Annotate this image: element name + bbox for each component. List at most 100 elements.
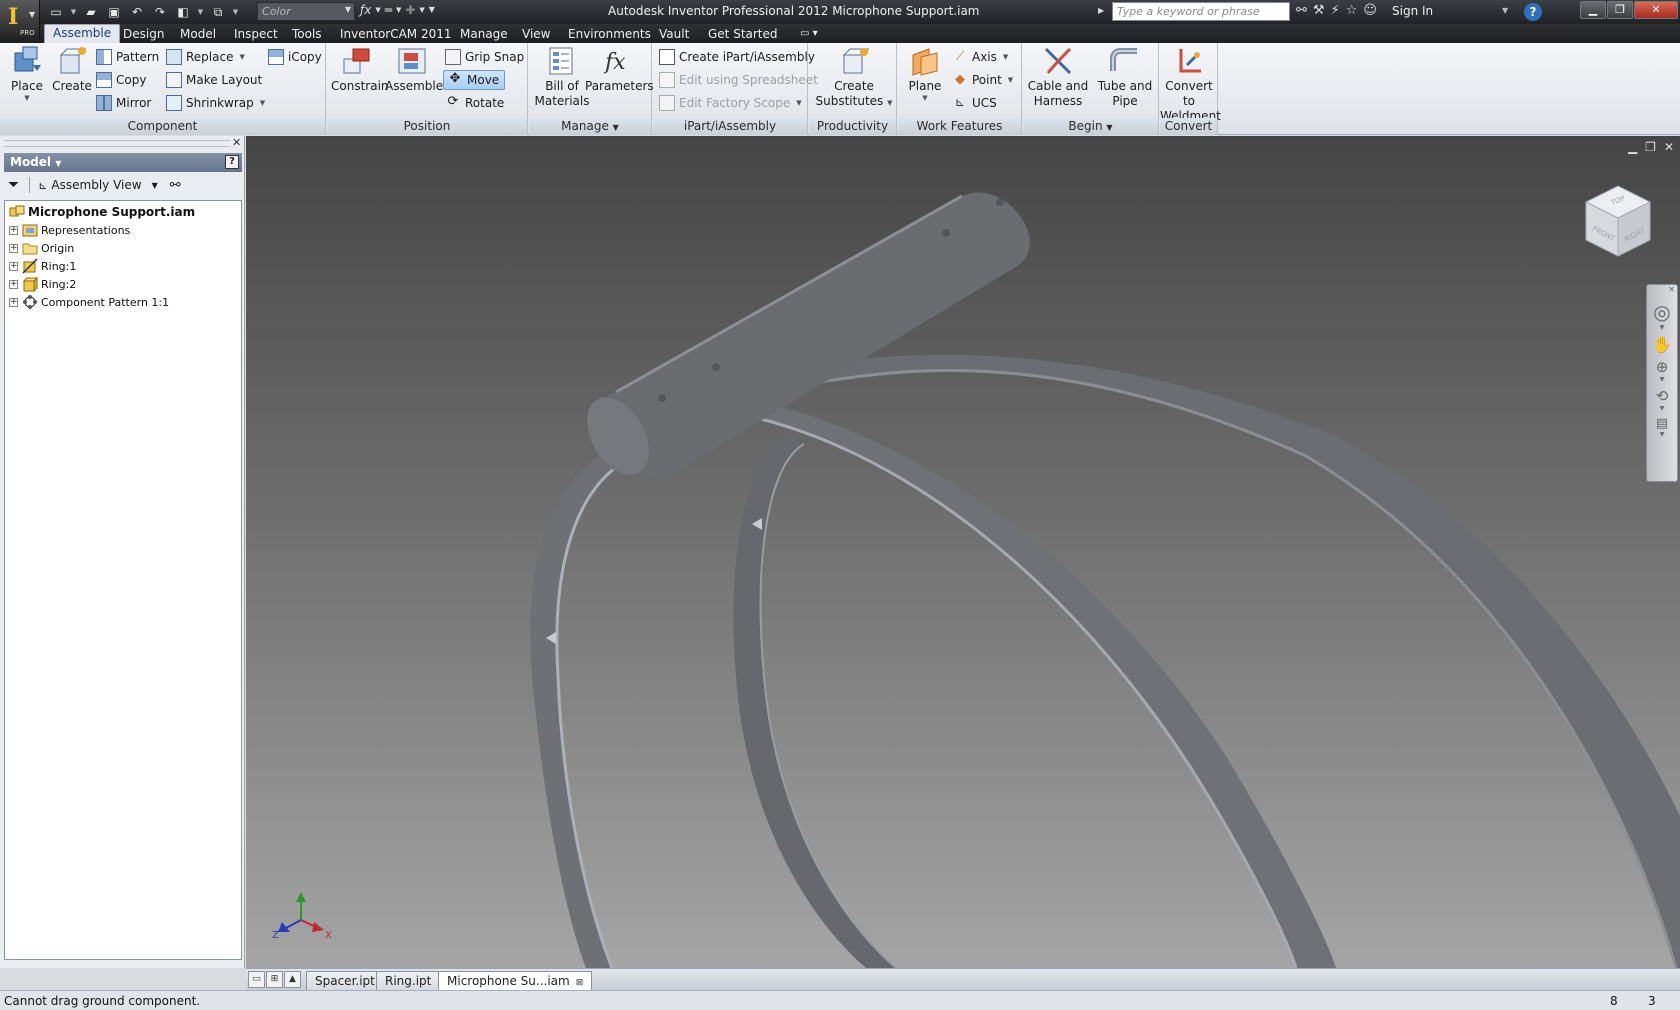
look-at-icon[interactable]: ▤ — [1647, 416, 1677, 431]
new-file-icon[interactable]: ▭ — [46, 3, 66, 21]
tree-item-origin[interactable]: + Origin — [5, 239, 74, 257]
panel-title-begin[interactable]: Begin ▼ — [1023, 118, 1158, 135]
expand-icon[interactable]: + — [9, 261, 18, 271]
close-icon[interactable]: ⊠ — [576, 978, 584, 988]
place-button[interactable]: Place ▼ — [6, 45, 48, 102]
chevron-down-icon[interactable]: ▼ — [1647, 405, 1677, 412]
close-icon[interactable]: ✕ — [1647, 285, 1677, 294]
subscription-icon[interactable]: ⚒ — [1313, 3, 1325, 18]
create-substitutes-button[interactable]: Create Substitutes ▼ — [813, 45, 895, 109]
chevron-down-icon[interactable]: ▼ — [1502, 6, 1508, 15]
close-icon[interactable]: ✕ — [232, 136, 241, 149]
convert-weldment-button[interactable]: Convert to Weldment — [1160, 45, 1221, 124]
doc-tab-spacer[interactable]: Spacer.ipt — [306, 971, 384, 990]
tile-grid-icon[interactable]: ⊞ — [266, 971, 283, 988]
minimize-icon[interactable]: ▁ — [1580, 1, 1606, 19]
tab-vault[interactable]: Vault — [651, 26, 697, 42]
chevron-down-icon[interactable]: ▼ — [152, 181, 158, 190]
doc-tab-microphone-support[interactable]: Microphone Su...iam ⊠ — [438, 971, 593, 990]
shrinkwrap-button[interactable]: Shrinkwrap ▼ — [166, 93, 265, 113]
chevron-down-icon[interactable]: ▼ — [1647, 431, 1677, 438]
edit-factory-scope-button[interactable]: Edit Factory Scope ▼ — [659, 93, 802, 113]
redo-icon[interactable]: ↷ — [150, 3, 170, 21]
orbit-icon[interactable]: ⟲ — [1647, 387, 1677, 405]
save-icon[interactable]: ▣ — [104, 3, 124, 21]
chevron-right-icon[interactable]: ▶ — [1098, 2, 1110, 22]
chevron-down-icon[interactable]: ▼ — [375, 3, 380, 17]
star-icon[interactable]: ☆ — [1346, 3, 1358, 18]
tab-environments[interactable]: Environments — [560, 26, 659, 42]
cable-harness-button[interactable]: Cable and Harness — [1025, 45, 1091, 109]
panel-title-convert[interactable]: Convert ▼ — [1160, 118, 1217, 148]
tab-tools[interactable]: Tools — [284, 26, 330, 42]
expand-icon[interactable]: + — [9, 225, 18, 235]
line-weight-icon[interactable]: ═ — [385, 3, 392, 17]
plus-icon[interactable]: ✚ — [405, 3, 415, 17]
create-ipart-button[interactable]: Create iPart/iAssembly — [659, 47, 815, 67]
binoculars-icon[interactable]: ⚯ — [170, 178, 181, 193]
sign-in-link[interactable]: Sign In — [1392, 4, 1433, 18]
color-select[interactable]: Color ▼ — [257, 2, 355, 21]
application-menu-button[interactable]: I ▼ PRO — [0, 0, 40, 40]
communication-icon[interactable]: ⚡ — [1331, 3, 1340, 18]
ring-2[interactable] — [686, 354, 1680, 968]
edit-spreadsheet-button[interactable]: Edit using Spreadsheet — [659, 70, 818, 90]
chevron-down-icon[interactable]: ▼ — [231, 3, 240, 21]
bill-of-materials-button[interactable]: Bill of Materials — [531, 45, 593, 109]
expand-icon[interactable]: + — [9, 279, 18, 289]
constrain-button[interactable]: Constrain — [331, 45, 389, 94]
ribbon-minimize-icon[interactable]: ▭ ▾ — [792, 27, 826, 40]
chevron-down-icon[interactable]: ▼ — [1647, 376, 1677, 383]
panel-title-manage[interactable]: Manage ▼ — [529, 118, 651, 135]
doc-tab-ring[interactable]: Ring.ipt — [376, 971, 441, 990]
search-input[interactable]: Type a keyword or phrase — [1112, 2, 1290, 21]
plane-button[interactable]: Plane ▼ — [902, 45, 948, 102]
rotate-button[interactable]: ⟳ Rotate — [445, 93, 505, 113]
graphics-viewport[interactable]: ▁ ❐ ✕ TOP FRONT RIGHT ✕ ◎ ▼ ✋ ⊕ ▼ ⟲ ▼ ▤ … — [246, 136, 1680, 968]
chevron-down-icon[interactable]: ▼ — [69, 3, 78, 21]
chevron-down-icon[interactable]: ▼ — [196, 3, 205, 21]
fx-icon[interactable]: ƒx — [360, 3, 371, 17]
make-layout-button[interactable]: Make Layout — [166, 70, 262, 90]
tube-pipe-button[interactable]: Tube and Pipe — [1093, 45, 1157, 109]
icopy-button[interactable]: iCopy — [268, 47, 322, 67]
chevron-down-icon[interactable]: ▼ — [1647, 324, 1677, 331]
viewcube[interactable]: TOP FRONT RIGHT — [1578, 180, 1658, 260]
customize-icon[interactable]: ▼ — [429, 3, 435, 17]
create-button[interactable]: Create — [52, 45, 92, 94]
restore-icon[interactable]: ❐ — [1607, 1, 1633, 19]
undo-icon[interactable]: ↶ — [127, 3, 147, 21]
ring-1[interactable] — [530, 393, 1336, 968]
point-button[interactable]: ◆ Point ▼ — [952, 70, 1013, 90]
assembly-view-select[interactable]: Assembly View — [51, 178, 141, 192]
filter-icon[interactable]: ⏷ — [8, 177, 19, 193]
expand-icon[interactable]: + — [9, 297, 18, 307]
pan-icon[interactable]: ✋ — [1647, 335, 1677, 354]
tree-item-component-pattern[interactable]: + Component Pattern 1:1 — [5, 293, 169, 311]
tree-item-representations[interactable]: + Representations — [5, 221, 130, 239]
ucs-button[interactable]: ⊾ UCS — [952, 93, 997, 113]
tab-inspect[interactable]: Inspect — [226, 26, 286, 42]
close-icon[interactable]: ✕ — [1634, 1, 1678, 19]
help-icon[interactable]: ? — [225, 155, 239, 169]
tile-horizontal-icon[interactable]: ▭ — [248, 971, 265, 988]
tab-assemble[interactable]: Assemble — [44, 24, 121, 43]
parameters-button[interactable]: fx Parameters — [585, 45, 654, 94]
tree-item-ring-1[interactable]: + Ring:1 — [5, 257, 76, 275]
assemble-button[interactable]: Assemble — [385, 45, 443, 94]
tree-root[interactable]: Microphone Support.iam — [9, 203, 195, 221]
project-icon[interactable]: ◧ — [173, 3, 193, 21]
tab-get-started[interactable]: Get Started — [700, 26, 786, 42]
tab-inventorcam[interactable]: InventorCAM 2011 — [332, 26, 460, 42]
grip-snap-button[interactable]: Grip Snap — [445, 47, 524, 67]
zoom-icon[interactable]: ⊕ — [1647, 358, 1677, 376]
pattern-button[interactable]: Pattern — [96, 47, 159, 67]
help-icon[interactable]: ? — [1524, 3, 1542, 21]
replace-button[interactable]: Replace ▼ — [166, 47, 245, 67]
spacer-bar[interactable] — [574, 192, 1030, 485]
browser-header[interactable]: Model ▼ ? — [4, 153, 242, 172]
binoculars-icon[interactable]: ⚯ — [1296, 3, 1307, 18]
open-folder-icon[interactable]: ▰ — [81, 3, 101, 21]
browser-grip[interactable] — [4, 140, 230, 147]
tab-model[interactable]: Model — [172, 26, 224, 42]
